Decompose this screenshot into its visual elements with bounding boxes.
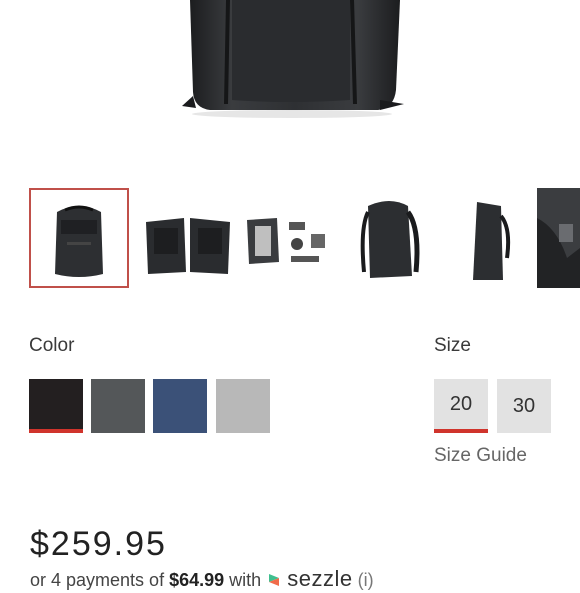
size-option-30[interactable]: 30 [497, 379, 551, 433]
thumbnail-side[interactable] [346, 188, 446, 288]
installment-prefix: or 4 payments of [30, 570, 165, 590]
sezzle-brand: sezzle [287, 566, 353, 591]
price: $259.95 [30, 525, 167, 563]
color-swatch-midnight[interactable] [153, 379, 207, 433]
sezzle-info-icon[interactable]: (i) [358, 570, 374, 590]
size-guide-link[interactable]: Size Guide [434, 445, 527, 467]
thumbnail-front[interactable] [29, 188, 129, 288]
color-swatch-charcoal[interactable] [91, 379, 145, 433]
thumbnail-profile[interactable] [447, 188, 547, 288]
installment-info: or 4 payments of $64.99 with sezzle (i) [30, 566, 374, 592]
thumbnail-detail[interactable] [537, 188, 580, 288]
thumbnail-open-pair[interactable] [140, 188, 240, 288]
installment-with: with [229, 570, 262, 590]
thumbnail-strip [0, 186, 580, 292]
thumbnail-accessories[interactable] [241, 188, 341, 288]
installment-amount: $64.99 [169, 570, 225, 590]
size-label: Size [434, 335, 471, 356]
sezzle-logo-icon [266, 572, 282, 588]
product-hero-image[interactable] [0, 0, 580, 160]
size-option-20[interactable]: 20 [434, 379, 488, 433]
color-label: Color [29, 335, 75, 356]
color-swatch-ash[interactable] [216, 379, 270, 433]
color-swatch-black[interactable] [29, 379, 83, 433]
